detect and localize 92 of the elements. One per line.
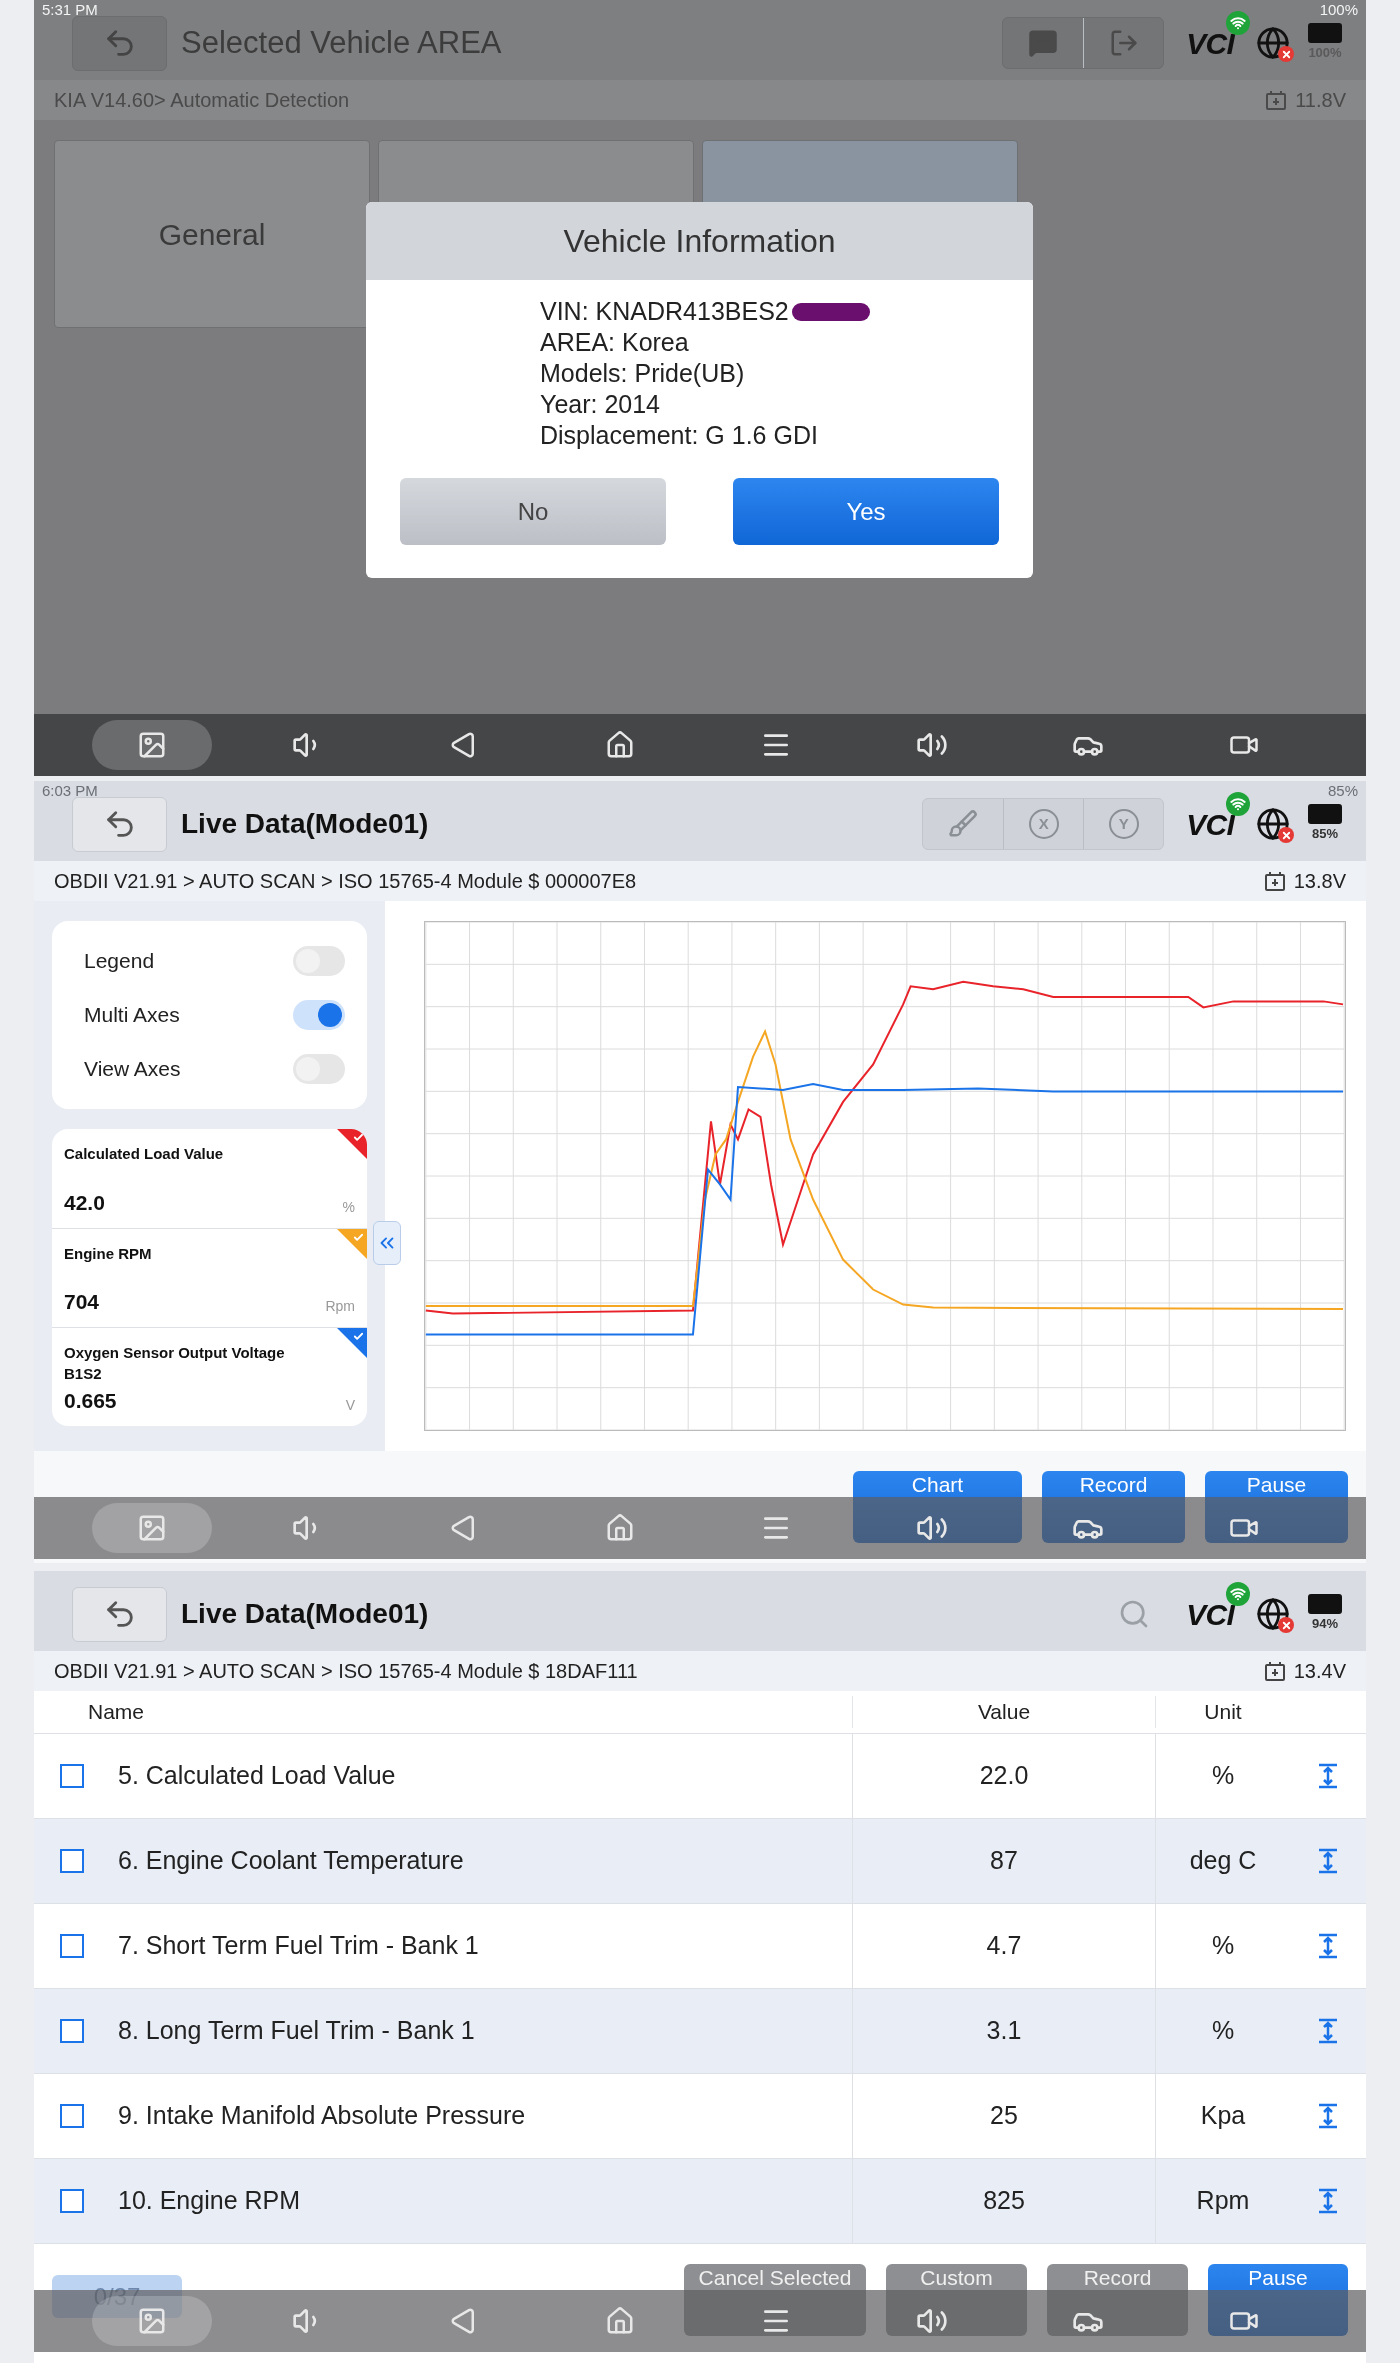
car-battery-icon: [1263, 1660, 1286, 1682]
sensor-value: 42.0: [64, 1189, 105, 1216]
voltage-reading: 13.8V: [1293, 869, 1346, 894]
parameter-value: 825: [983, 2185, 1025, 2217]
battery-icon: [1308, 804, 1342, 825]
battery-icon: [1308, 23, 1342, 44]
dialog-title: Vehicle Information: [563, 222, 836, 261]
parameter-unit: %: [1211, 2015, 1235, 2047]
car-battery-icon: [1263, 870, 1286, 892]
data-row[interactable]: 7. Short Term Fuel Trim - Bank 1 4.7 %: [34, 1903, 1366, 1988]
parameter-unit: deg C: [1189, 1845, 1257, 1877]
voltage-reading: 13.4V: [1293, 1659, 1346, 1684]
home-icon[interactable]: [605, 730, 635, 760]
row-checkbox[interactable]: [60, 1849, 84, 1873]
status-time: 5:31 PM: [42, 1, 98, 17]
parameter-value: 22.0: [979, 1760, 1029, 1792]
vci-label: VCI: [1186, 801, 1234, 847]
battery-icon: [1308, 1594, 1342, 1615]
row-checkbox[interactable]: [60, 1764, 84, 1788]
parameter-name: 5. Calculated Load Value: [118, 1760, 396, 1792]
toggle-switch[interactable]: [293, 1054, 345, 1084]
sensor-unit: V: [345, 1396, 355, 1415]
voltage-reading: 11.8V: [1295, 88, 1346, 113]
vci-label: VCI: [1186, 1591, 1234, 1637]
vci-label: VCI: [1186, 20, 1234, 66]
row-checkbox[interactable]: [60, 2104, 84, 2128]
parameter-value: 4.7: [986, 1930, 1022, 1962]
check-icon: [353, 1132, 364, 1143]
toggle-switch[interactable]: [293, 946, 345, 976]
data-row[interactable]: 6. Engine Coolant Temperature 87 deg C: [34, 1818, 1366, 1903]
toggle-switch[interactable]: [293, 1000, 345, 1030]
info-line: Displacement: G 1.6 GDI: [540, 420, 818, 451]
breadcrumb: KIA V14.60> Automatic Detection: [54, 88, 350, 113]
battery-label: 85%: [1312, 825, 1338, 844]
parameter-name: 7. Short Term Fuel Trim - Bank 1: [118, 1930, 479, 1962]
collapse-panel-button[interactable]: [373, 1221, 401, 1265]
check-icon: [353, 1232, 364, 1243]
column-header: Value: [852, 1696, 1155, 1728]
toggle-label: Legend: [84, 948, 155, 975]
screen-title: Live Data(Mode01): [181, 1597, 429, 1631]
data-row[interactable]: 8. Long Term Fuel Trim - Bank 1 3.1 %: [34, 1988, 1366, 2073]
parameter-unit: Rpm: [1196, 2185, 1250, 2217]
check-icon: [353, 1331, 364, 1342]
wifi-badge-icon: [1226, 10, 1250, 35]
back-button[interactable]: [72, 15, 167, 71]
wifi-badge-icon: [1226, 791, 1250, 816]
parameter-value: 3.1: [986, 2015, 1022, 2047]
info-line: Models: Pride(UB): [540, 358, 745, 389]
gallery-icon[interactable]: [137, 730, 167, 760]
parameter-unit: Kpa: [1200, 2100, 1246, 2132]
status-battery: 85%: [1327, 782, 1358, 798]
dialog-button[interactable]: Yes: [733, 478, 999, 545]
parameter-name: 8. Long Term Fuel Trim - Bank 1: [118, 2015, 475, 2047]
info-line: AREA: Korea: [540, 327, 689, 358]
toggle-label: Multi Axes: [84, 1002, 180, 1029]
parameter-value: 25: [990, 2100, 1018, 2132]
data-row[interactable]: 10. Engine RPM 825 Rpm: [34, 2158, 1366, 2243]
breadcrumb: OBDII V21.91 > AUTO SCAN > ISO 15765-4 Module $ 000007E8: [54, 869, 637, 894]
sensor-unit: %: [342, 1198, 355, 1217]
car-battery-icon: [1265, 89, 1288, 111]
parameter-value: 87: [990, 1845, 1018, 1877]
screen-title: Live Data(Mode01): [181, 807, 429, 841]
sensor-name: Engine RPM: [64, 1244, 153, 1264]
data-row[interactable]: 9. Intake Manifold Absolute Pressure 25 Kpa: [34, 2073, 1366, 2158]
column-header: Name: [87, 1699, 146, 1726]
wifi-badge-icon: [1226, 1581, 1250, 1606]
parameter-unit: %: [1211, 1930, 1235, 1962]
parameter-name: 10. Engine RPM: [118, 2185, 301, 2217]
row-checkbox[interactable]: [60, 2019, 84, 2043]
gallery-icon[interactable]: [137, 2306, 167, 2336]
sensor-value: 704: [64, 1288, 100, 1315]
info-line: Year: 2014: [540, 389, 661, 420]
battery-label: 94%: [1312, 1615, 1338, 1634]
sensor-name: Calculated Load Value: [64, 1144, 225, 1164]
screen-title: Selected Vehicle AREA: [181, 23, 502, 62]
gallery-button[interactable]: [92, 720, 212, 770]
parameter-name: 6. Engine Coolant Temperature: [118, 1845, 464, 1877]
info-line: VIN: KNADR413BES2: [540, 296, 789, 327]
sensor-name: Oxygen Sensor Output Voltage B1S2: [64, 1343, 286, 1384]
column-header: Unit: [1155, 1696, 1290, 1728]
status-time: 6:03 PM: [42, 782, 98, 798]
toggle-label: View Axes: [84, 1056, 181, 1083]
row-checkbox[interactable]: [60, 2189, 84, 2213]
row-checkbox[interactable]: [60, 1934, 84, 1958]
data-row[interactable]: 5. Calculated Load Value 22.0 %: [34, 1733, 1366, 1818]
sensor-unit: Rpm: [325, 1297, 355, 1316]
dialog-button[interactable]: No: [400, 478, 666, 545]
sensor-value: 0.665: [64, 1387, 117, 1414]
breadcrumb: OBDII V21.91 > AUTO SCAN > ISO 15765-4 Module $ 18DAF111: [54, 1659, 638, 1684]
parameter-name: 9. Intake Manifold Absolute Pressure: [118, 2100, 526, 2132]
parameter-unit: %: [1211, 1760, 1235, 1792]
status-battery: 100%: [1319, 1, 1358, 17]
